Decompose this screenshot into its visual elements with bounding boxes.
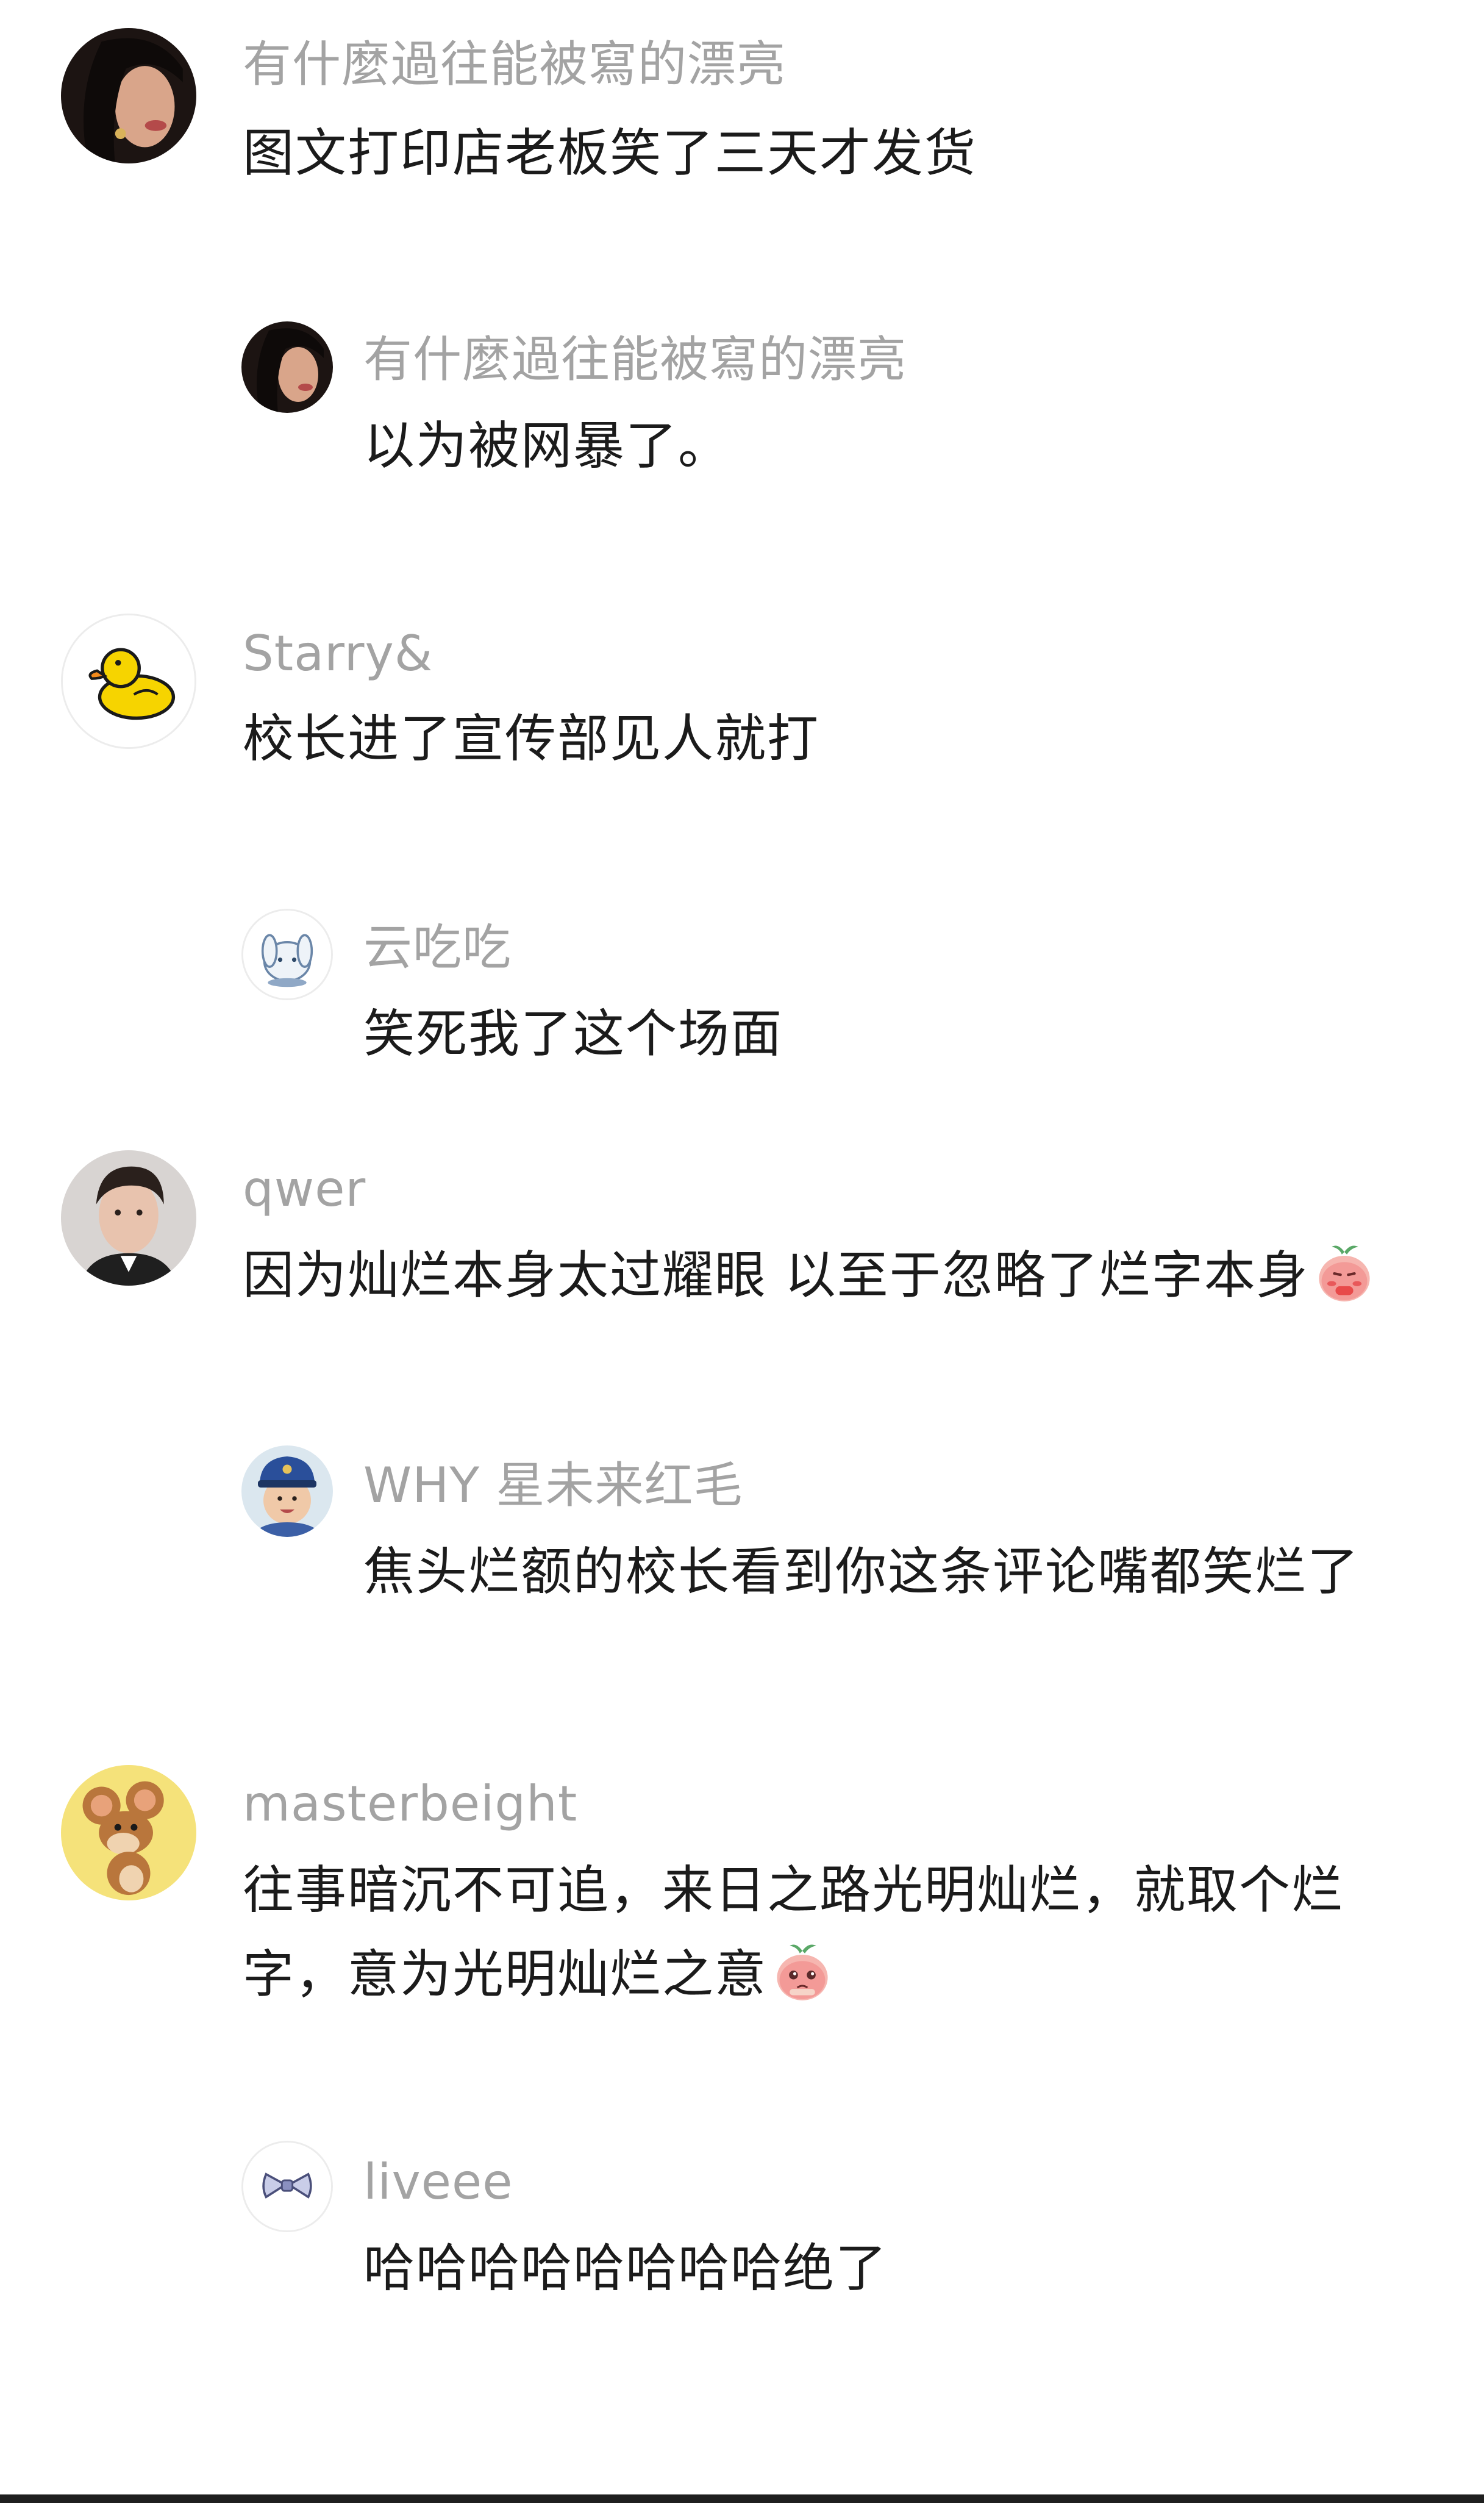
reply-text: 以为被网暴了。 <box>363 416 731 476</box>
white-bunny-icon <box>243 911 331 998</box>
man-portrait-icon <box>61 1150 196 1286</box>
comment-text-line-2: 字，意为光明灿烂之意 <box>243 1932 834 2016</box>
comment-text: 图文打印店老板笑了三天才发货 <box>243 123 977 183</box>
reply-username[interactable]: liveee <box>363 2152 513 2213</box>
avatar[interactable] <box>241 2141 333 2232</box>
reply-text: 笑死我了这个场面 <box>363 1004 783 1064</box>
comment-text: 校长进了宣传部见人就打 <box>243 709 820 768</box>
reply-text: 焦头烂额的校长看到你这条评论嘴都笑烂了 <box>363 1542 1360 1602</box>
child-police-cap-icon <box>241 1445 333 1537</box>
comment-username[interactable]: qwer <box>243 1159 366 1220</box>
comment-text: 因为灿烂本身太过耀眼 以至于忽略了烂字本身 <box>243 1233 1376 1317</box>
comment-username[interactable]: Starry& <box>243 623 433 684</box>
comment-text-body: 字，意为光明灿烂之意 <box>243 1944 768 2004</box>
avatar[interactable] <box>61 1765 196 1900</box>
reply-username[interactable]: WHY 星未来红毛 <box>363 1455 743 1516</box>
avatar[interactable] <box>241 1445 333 1537</box>
woman-portrait-icon <box>61 28 196 163</box>
avatar[interactable] <box>241 321 333 413</box>
bottom-edge-bar <box>0 2494 1484 2503</box>
cartoon-mouse-icon <box>61 1765 196 1900</box>
comment-username[interactable]: masterbeight <box>243 1774 577 1835</box>
woman-portrait-icon <box>241 321 333 413</box>
comment-username[interactable]: 有什麼過往能被寫的漂亮 <box>243 34 786 95</box>
avatar[interactable] <box>61 28 196 163</box>
avatar[interactable] <box>241 909 333 1000</box>
avatar[interactable] <box>61 1150 196 1286</box>
comment-text-line-1: 往事暗沉不可追，来日之路光明灿烂，就取个烂 <box>243 1860 1344 1920</box>
pleading-peach-emoji-icon <box>771 1939 834 2003</box>
reply-username[interactable]: 云吃吃 <box>363 917 512 978</box>
yellow-duck-icon <box>63 615 194 747</box>
avatar[interactable] <box>61 614 196 749</box>
bow-tie-icon <box>243 2143 331 2230</box>
comment-text-body: 因为灿烂本身太过耀眼 以至于忽略了烂字本身 <box>243 1245 1309 1305</box>
reply-text: 哈哈哈哈哈哈哈哈绝了 <box>363 2238 888 2298</box>
shy-peach-emoji-icon <box>1313 1241 1376 1304</box>
reply-username[interactable]: 有什麼過往能被寫的漂亮 <box>363 329 907 390</box>
